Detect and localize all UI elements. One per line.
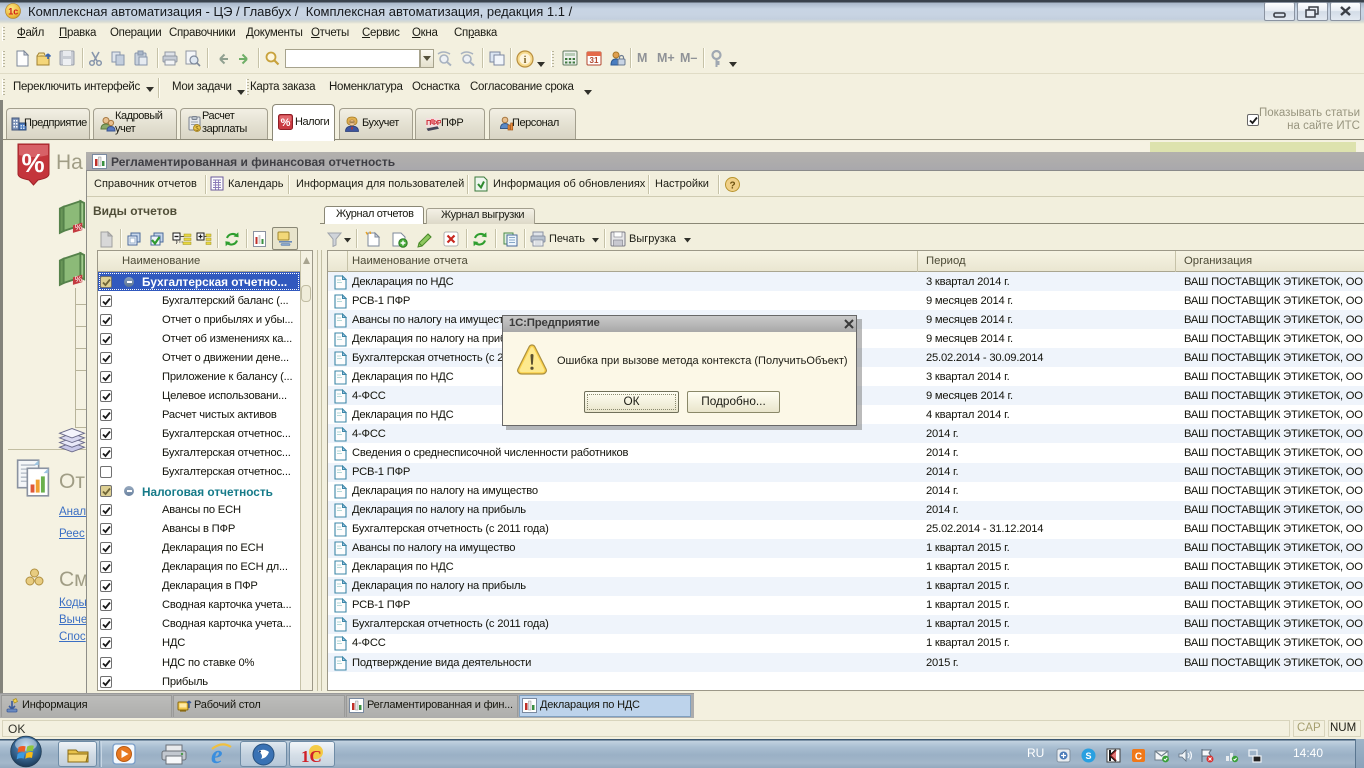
svg-text:?: ?	[729, 181, 735, 192]
svg-text:S: S	[1085, 751, 1091, 761]
svg-text:C: C	[1135, 752, 1142, 763]
svg-text:%: %	[75, 222, 83, 232]
svg-text:1с: 1с	[8, 7, 18, 17]
svg-text:31: 31	[590, 56, 599, 65]
svg-text:%: %	[281, 117, 291, 129]
svg-text:1С: 1С	[301, 747, 322, 765]
svg-text:%: %	[75, 274, 83, 284]
svg-text:%: %	[21, 148, 44, 178]
svg-text:i: i	[524, 55, 527, 66]
